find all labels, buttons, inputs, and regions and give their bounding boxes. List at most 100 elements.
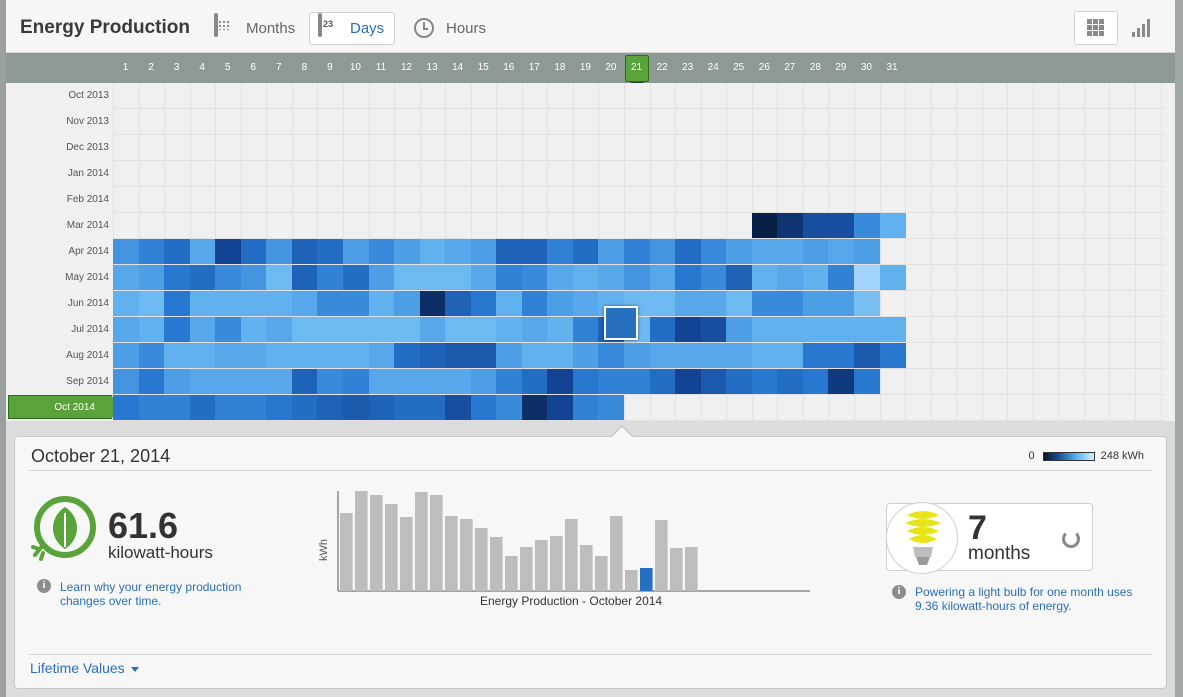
heatmap-cell[interactable]: [802, 343, 829, 368]
heatmap-cell[interactable]: [164, 291, 191, 316]
month-label-selected[interactable]: Oct 2014: [8, 395, 121, 419]
heatmap-cell[interactable]: [445, 369, 472, 394]
day-header-23[interactable]: 23: [675, 62, 700, 73]
heatmap-cell[interactable]: [240, 343, 267, 368]
mini-bar[interactable]: [475, 528, 488, 591]
heatmap-cell[interactable]: [598, 239, 625, 264]
heatmap-cell[interactable]: [317, 239, 344, 264]
heatmap-cell[interactable]: [700, 291, 727, 316]
heatmap-cell[interactable]: [368, 343, 395, 368]
heatmap-cell[interactable]: [726, 369, 753, 394]
day-header-15[interactable]: 15: [471, 62, 496, 73]
heatmap-cell[interactable]: [215, 265, 242, 290]
heatmap-cell[interactable]: [445, 395, 472, 420]
heatmap-cell[interactable]: [164, 395, 191, 420]
mini-bar[interactable]: [655, 520, 668, 591]
month-label[interactable]: Jan 2014: [6, 168, 109, 179]
day-header-17[interactable]: 17: [522, 62, 547, 73]
heatmap-cell[interactable]: [394, 265, 421, 290]
heatmap-cell[interactable]: [342, 369, 369, 394]
day-header-2[interactable]: 2: [139, 62, 164, 73]
heatmap-cell[interactable]: [547, 369, 574, 394]
heatmap-cell[interactable]: [189, 265, 216, 290]
day-header-9[interactable]: 9: [317, 62, 342, 73]
mini-bar[interactable]: [625, 570, 638, 591]
heatmap-cell[interactable]: [572, 369, 599, 394]
heatmap-cell[interactable]: [138, 239, 165, 264]
heatmap-cell[interactable]: [240, 369, 267, 394]
heatmap-cell[interactable]: [419, 395, 446, 420]
heatmap-cell[interactable]: [700, 343, 727, 368]
heatmap-cell[interactable]: [726, 239, 753, 264]
heatmap-cell[interactable]: [879, 213, 906, 238]
heatmap-cell[interactable]: [751, 239, 778, 264]
day-header-7[interactable]: 7: [266, 62, 291, 73]
heatmap-cell[interactable]: [419, 317, 446, 342]
heatmap-cell[interactable]: [368, 239, 395, 264]
heatmap-cell[interactable]: [164, 239, 191, 264]
heatmap-cell[interactable]: [342, 291, 369, 316]
heatmap-cell[interactable]: [879, 343, 906, 368]
learn-more-link[interactable]: Learn why your energy production changes…: [60, 580, 260, 608]
heatmap-cell[interactable]: [189, 343, 216, 368]
heatmap-cell[interactable]: [291, 291, 318, 316]
heatmap-cell[interactable]: [598, 265, 625, 290]
heatmap-cell[interactable]: [572, 291, 599, 316]
heatmap-cell[interactable]: [675, 369, 702, 394]
heatmap-cell[interactable]: [828, 239, 855, 264]
heatmap-cell[interactable]: [572, 343, 599, 368]
heatmap-cell[interactable]: [113, 395, 140, 420]
heatmap-cell[interactable]: [853, 369, 880, 394]
day-header-3[interactable]: 3: [164, 62, 189, 73]
month-label[interactable]: Feb 2014: [6, 194, 109, 205]
heatmap-cell[interactable]: [445, 265, 472, 290]
heatmap-cell[interactable]: [828, 291, 855, 316]
heatmap-cell[interactable]: [572, 265, 599, 290]
heatmap-cell[interactable]: [394, 369, 421, 394]
heatmap-cell[interactable]: [700, 369, 727, 394]
heatmap-cell[interactable]: [547, 239, 574, 264]
heatmap-cell[interactable]: [445, 343, 472, 368]
heatmap-cell[interactable]: [853, 213, 880, 238]
heatmap-cell[interactable]: [598, 395, 625, 420]
tab-months[interactable]: Months: [206, 12, 305, 45]
mini-bar[interactable]: [550, 536, 563, 591]
heatmap-cell[interactable]: [675, 317, 702, 342]
heatmap-cell[interactable]: [291, 395, 318, 420]
heatmap-cell[interactable]: [138, 395, 165, 420]
heatmap-cell[interactable]: [445, 317, 472, 342]
heatmap-cell[interactable]: [879, 265, 906, 290]
day-header-4[interactable]: 4: [190, 62, 215, 73]
heatmap-cell[interactable]: [368, 291, 395, 316]
day-header-13[interactable]: 13: [420, 62, 445, 73]
month-label[interactable]: Nov 2013: [6, 116, 109, 127]
refresh-icon[interactable]: [1062, 530, 1080, 548]
heatmap-cell[interactable]: [649, 317, 676, 342]
heatmap-cell[interactable]: [419, 369, 446, 394]
heatmap-cell[interactable]: [342, 395, 369, 420]
heatmap-cell[interactable]: [445, 239, 472, 264]
mini-bar[interactable]: [520, 547, 533, 591]
heatmap-cell[interactable]: [113, 369, 140, 394]
heatmap-cell[interactable]: [189, 317, 216, 342]
day-header-25[interactable]: 25: [726, 62, 751, 73]
day-header-22[interactable]: 22: [650, 62, 675, 73]
heatmap-cell[interactable]: [726, 343, 753, 368]
heatmap-cell[interactable]: [266, 369, 293, 394]
heatmap-cell[interactable]: [419, 239, 446, 264]
heatmap-cell[interactable]: [853, 265, 880, 290]
heatmap-cell[interactable]: [470, 265, 497, 290]
heatmap-cell[interactable]: [649, 291, 676, 316]
mini-bar[interactable]: [400, 517, 413, 591]
heatmap-cell[interactable]: [700, 239, 727, 264]
heatmap-cell[interactable]: [572, 239, 599, 264]
day-header-20[interactable]: 20: [598, 62, 623, 73]
heatmap-cell[interactable]: [751, 343, 778, 368]
heatmap-cell[interactable]: [777, 213, 804, 238]
heatmap-cell[interactable]: [394, 317, 421, 342]
day-header-5[interactable]: 5: [215, 62, 240, 73]
heatmap-cell[interactable]: [368, 265, 395, 290]
heatmap-cell[interactable]: [240, 317, 267, 342]
heatmap-cell[interactable]: [521, 291, 548, 316]
heatmap-cell[interactable]: [598, 369, 625, 394]
